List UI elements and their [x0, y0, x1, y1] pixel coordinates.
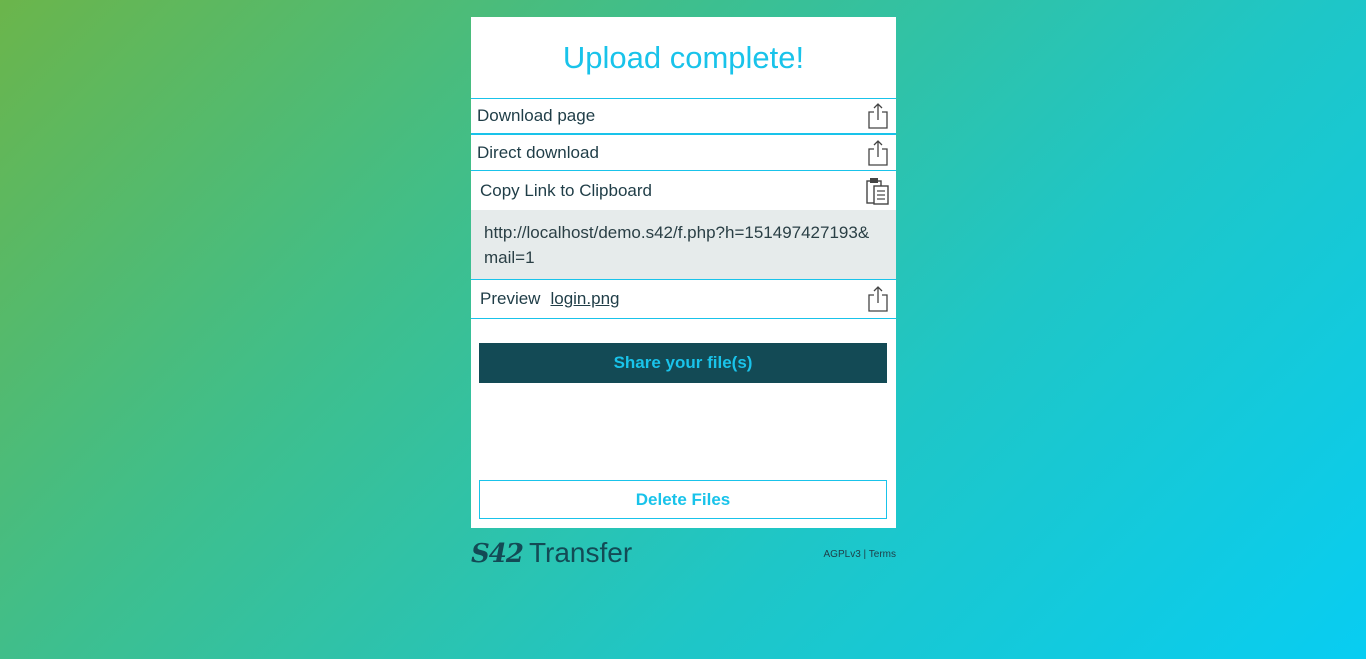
delete-files-button[interactable]: Delete Files — [479, 480, 887, 519]
footer-links: AGPLv3 | Terms — [824, 549, 896, 560]
clipboard-icon[interactable] — [866, 177, 890, 205]
copy-link-row[interactable]: Copy Link to Clipboard — [471, 171, 896, 210]
copy-link-label: Copy Link to Clipboard — [480, 180, 652, 200]
share-icon[interactable] — [868, 286, 888, 312]
upload-card: Upload complete! Download page Direct do… — [471, 17, 896, 528]
footer-separator: | — [863, 549, 867, 560]
logo-mark: S42 — [471, 539, 524, 569]
direct-download-label: Direct download — [477, 142, 599, 162]
direct-download-row[interactable]: Direct download — [471, 135, 896, 171]
share-icon[interactable] — [868, 103, 888, 129]
share-icon[interactable] — [868, 139, 888, 166]
download-page-row[interactable]: Download page — [471, 99, 896, 135]
preview-label: Preview — [480, 289, 541, 308]
preview-file-link[interactable]: login.png — [550, 289, 619, 309]
share-files-button[interactable]: Share your file(s) — [479, 343, 887, 383]
s42-transfer-logo: S42 Transfer — [471, 537, 632, 569]
download-url-text[interactable]: http://localhost/demo.s42/f.php?h=151497… — [471, 210, 896, 279]
terms-link[interactable]: Terms — [869, 549, 896, 560]
footer: S42 Transfer AGPLv3 | Terms — [471, 537, 896, 569]
license-link[interactable]: AGPLv3 — [824, 549, 861, 560]
copy-link-block: Copy Link to Clipboard http://localhost/… — [471, 171, 896, 280]
download-page-label: Download page — [477, 106, 596, 125]
page-title: Upload complete! — [471, 17, 896, 99]
logo-text: Transfer — [528, 537, 633, 568]
preview-row: Preview login.png — [471, 280, 896, 319]
